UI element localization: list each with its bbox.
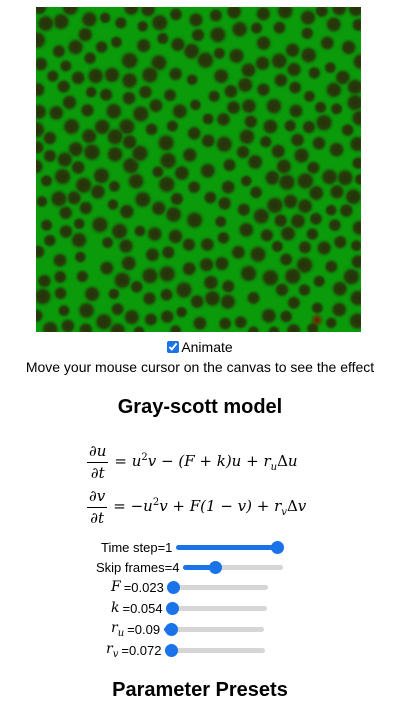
- time-step-control: Time step=1: [101, 537, 285, 557]
- equation-v: ∂v ∂t = −u2v + F(1 − v) + rvΔv: [87, 487, 306, 528]
- k-control: k =0.054: [111, 598, 267, 618]
- animate-checkbox[interactable]: [167, 341, 180, 353]
- skip-frames-slider-thumb[interactable]: [209, 560, 223, 574]
- skip-frames-control: Skip frames=4: [96, 557, 284, 577]
- equation-v-denominator: ∂t: [90, 509, 105, 527]
- ru-value: =0.09: [127, 621, 161, 637]
- time-step-slider[interactable]: [176, 540, 285, 554]
- simulation-canvas[interactable]: [36, 7, 361, 332]
- time-step-slider-thumb[interactable]: [271, 540, 285, 554]
- equation-u-denominator: ∂t: [90, 464, 105, 482]
- f-value: =0.023: [123, 579, 164, 595]
- model-title: Gray-scott model: [117, 396, 283, 418]
- rv-slider[interactable]: [165, 643, 266, 657]
- animate-label[interactable]: Animate: [181, 339, 232, 355]
- equation-u-rhs: = u2v − (F + k)u + ruΔu: [114, 452, 298, 473]
- k-slider[interactable]: [165, 601, 267, 615]
- f-symbol: F: [111, 579, 121, 595]
- f-control: F =0.023: [111, 577, 268, 597]
- equation-u: ∂u ∂t = u2v − (F + k)u + ruΔu: [87, 442, 298, 483]
- k-symbol: k: [111, 600, 120, 616]
- equation-u-derivative: ∂u ∂t: [87, 442, 109, 483]
- ru-slider-thumb[interactable]: [165, 622, 179, 636]
- ru-control: ru =0.09: [111, 619, 265, 639]
- ru-slider[interactable]: [164, 622, 265, 636]
- f-slider[interactable]: [166, 580, 268, 594]
- rv-value: =0.072: [121, 642, 162, 658]
- equation-v-numerator: ∂v: [87, 487, 108, 508]
- rv-symbol: rv: [106, 640, 119, 660]
- equation-u-numerator: ∂u: [87, 442, 109, 463]
- rv-slider-thumb[interactable]: [165, 643, 179, 657]
- k-slider-thumb[interactable]: [165, 601, 179, 615]
- skip-frames-slider[interactable]: [183, 560, 284, 574]
- f-slider-thumb[interactable]: [166, 580, 180, 594]
- k-value: =0.054: [122, 600, 163, 616]
- skip-frames-label: Skip frames=4: [96, 559, 180, 575]
- presets-title: Parameter Presets: [112, 679, 288, 701]
- ru-symbol: ru: [111, 619, 125, 639]
- equation-v-derivative: ∂v ∂t: [87, 487, 108, 528]
- time-step-label: Time step=1: [101, 539, 173, 555]
- rv-control: rv =0.072: [106, 640, 266, 660]
- animate-toggle[interactable]: Animate: [0, 339, 400, 355]
- canvas-hint-text: Move your mouse cursor on the canvas to …: [25, 359, 375, 375]
- equation-v-rhs: = −u2v + F(1 − v) + rvΔv: [113, 497, 307, 518]
